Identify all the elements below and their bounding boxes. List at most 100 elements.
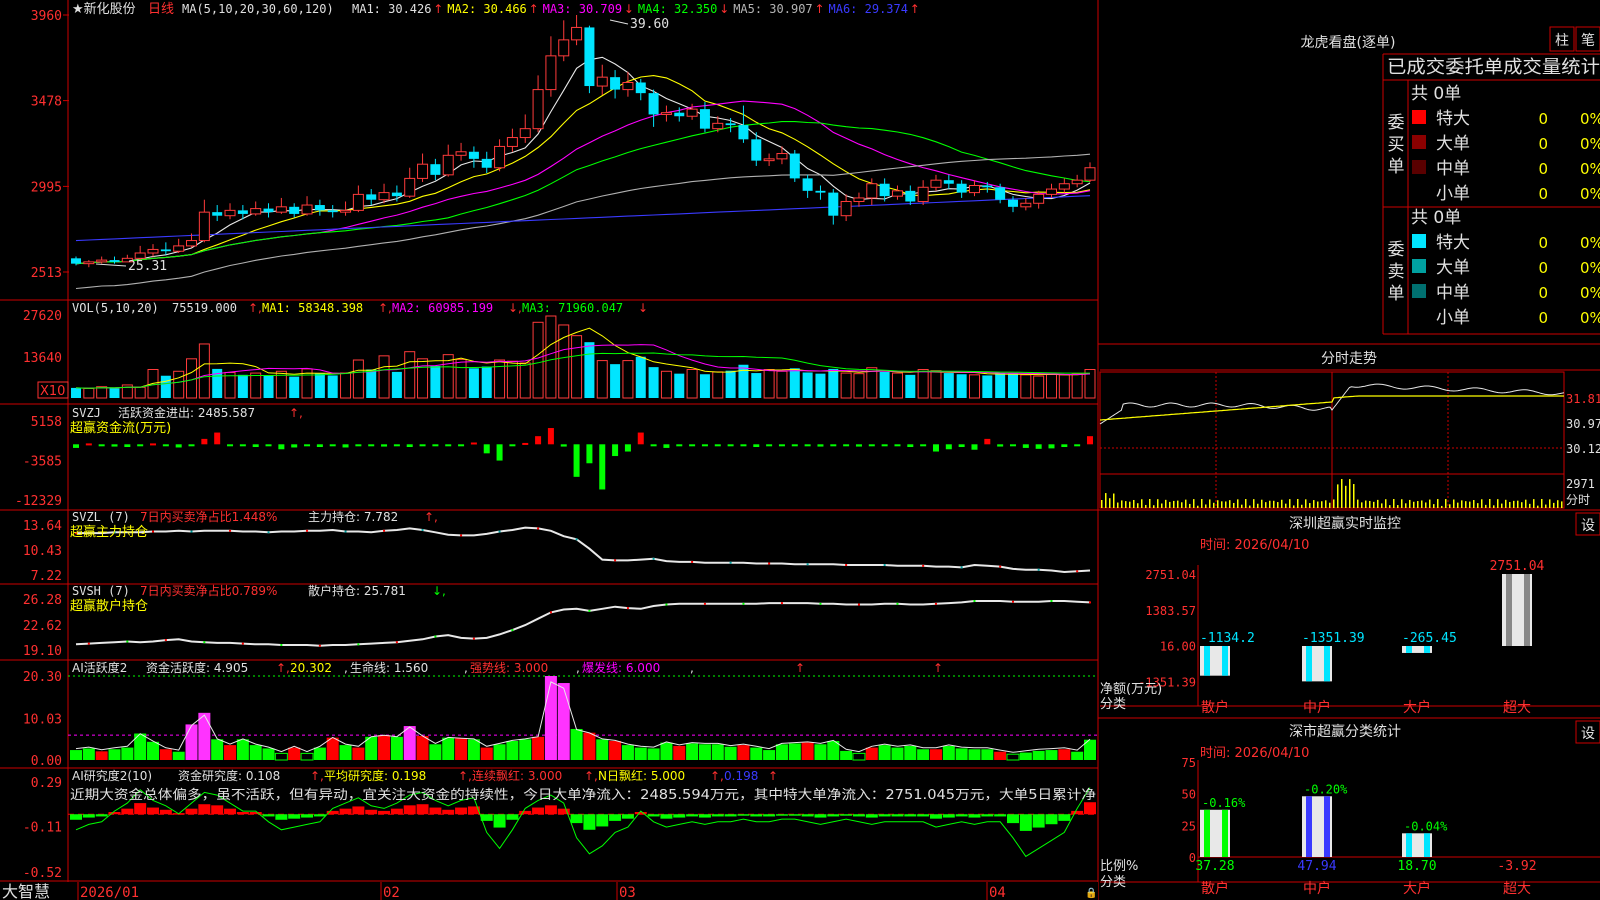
ai-research-bar [724, 814, 737, 817]
svzj-name: SVZJ [72, 406, 101, 420]
svzj-label: 活跃资金进出: 2485.587 [118, 405, 255, 420]
ai-research-bar [917, 814, 930, 817]
intraday-vol-bar [1473, 500, 1475, 508]
intraday-vol-bar [1485, 504, 1487, 508]
ma-line-2 [75, 75, 1091, 265]
ai-active-mark: ↑ [933, 661, 943, 675]
ai-active-bar [583, 732, 596, 760]
svzl-line [76, 526, 1091, 574]
svsh-panel[interactable]: 26.28 22.62 19.10 SVSH (7) 7日内买卖净占比0.789% 散户持… [23, 583, 1091, 659]
vol-tick-label: 13640 [23, 351, 62, 366]
ma-arrow-6: ↑ [910, 2, 920, 16]
svzj-tick-label: -12329 [15, 494, 62, 509]
candle-body [879, 183, 890, 197]
ai-active-bar [788, 743, 801, 760]
volume-bar [71, 387, 81, 398]
ai-active-bar [121, 747, 134, 760]
volume-bar [404, 351, 416, 399]
svzj-bar [368, 444, 375, 447]
intraday-vol-bar [1385, 499, 1387, 508]
intraday-vol-bar [1285, 503, 1287, 508]
classify-bar-stripe [1406, 833, 1412, 857]
ai-research-title: AI研究度2(10) [72, 768, 152, 783]
candle-body [314, 205, 325, 211]
volume-bar [96, 386, 108, 399]
classify-value-label: -3.92 [1497, 859, 1536, 874]
candle-body [674, 112, 685, 117]
intraday-vol-bar [1309, 503, 1311, 508]
svzj-bar [201, 438, 208, 445]
ai-research-bar [788, 814, 801, 816]
ma-value-1: MA1: 30.426 [352, 2, 431, 16]
ai-active-bar [750, 747, 763, 760]
ai-active-label4: 强势线: 3.000 [470, 661, 548, 675]
svzj-bar [1061, 444, 1068, 448]
ai-active-tick-label: 20.30 [23, 670, 62, 685]
intraday-vol-bar [1253, 499, 1255, 508]
ai-research-panel[interactable]: 0.29-0.11-0.52AI研究度2(10) 资金研究度: 0.108 ↑, 平均… [23, 768, 1098, 881]
classify-change-label: -0.20% [1304, 782, 1348, 796]
volume-panel[interactable]: 2762013640X10VOL(5,10,20) 75519.000 ↑, MA1:… [23, 301, 1096, 399]
svzj-bar [958, 444, 965, 448]
ai-active-title: AI活跃度2 [72, 660, 127, 675]
intraday-vol-bar [1349, 479, 1351, 508]
volume-bar [1045, 373, 1057, 399]
ai-research-tick-label: -0.52 [23, 866, 62, 881]
svzj-bar [881, 444, 888, 447]
candlestick-panel[interactable]: 3960 3478 2995 2513 39.60 25.31 ★新化股份 日线 MA(5,10… [31, 1, 1096, 290]
date-axis: 大智慧 2026/01 02 03 04 🔒 [0, 882, 1098, 900]
volume-bar [815, 373, 826, 398]
candle-body [352, 193, 364, 211]
monitor-bar-group [1200, 646, 1230, 676]
date-label: 04 [989, 885, 1006, 900]
ai-active-label1: 资金活跃度: 4.905 [146, 660, 248, 675]
ai-active-bar [288, 747, 301, 760]
svzl-dot [999, 565, 1002, 568]
classify-bar-stripe [1306, 796, 1312, 857]
ai-active-bar [339, 745, 352, 760]
svzl-dot [806, 563, 809, 566]
buy-row-swatch [1412, 185, 1426, 199]
ai-research-arrow: ↑, [458, 769, 472, 783]
svzj-bar [573, 444, 580, 477]
svzl-arrow: ↑, [424, 510, 438, 524]
svzl-dot [306, 529, 309, 532]
svzl-panel[interactable]: 13.64 10.43 7.22 SVZL (7) 7日内买卖净占比1.448% 主力持仓… [23, 509, 1091, 584]
intraday-vol-bar [1453, 499, 1455, 508]
ai-active-bar [416, 736, 429, 760]
candle-body [776, 153, 788, 160]
ai-active-bar [274, 752, 288, 761]
svzj-bar [304, 444, 311, 447]
intraday-vol-bar [1373, 501, 1375, 508]
ai-active-sep: , [576, 661, 580, 675]
svsh-dot [511, 629, 514, 632]
buy-row-swatch [1412, 160, 1426, 174]
ai-active-bar [185, 724, 198, 760]
ai-active-bar [532, 736, 545, 760]
monitor-bar-stripe [1424, 646, 1430, 653]
candle-body [134, 252, 146, 259]
ai-active-panel[interactable]: 20.30 10.03 0.00 ↑ ↑ AI活跃度2 资金活跃度: 4.905 ↑, 20.3… [23, 660, 1098, 769]
svzl-dot [190, 530, 193, 533]
intraday-vol-bar [1313, 500, 1315, 508]
intraday-vol-bar [1521, 502, 1523, 508]
intraday-vol-bar [1449, 504, 1451, 508]
svzj-panel[interactable]: 5158 -3585 -12329 SVZJ 活跃资金进出: 2485.587 ↑, 超赢资… [15, 405, 1093, 509]
volume-bar [314, 373, 325, 398]
intraday-vol-bar [1361, 502, 1363, 508]
intraday-panel[interactable]: 分时走势 31.81 30.97 30.12 2971 分时 [1099, 351, 1600, 509]
svzj-bar [355, 444, 362, 447]
volume-bar [1058, 374, 1070, 399]
price-tick-label: 2995 [31, 180, 62, 195]
svsh-dot [472, 637, 475, 640]
ma-arrow-5: ↑ [815, 2, 825, 16]
classify-change-label: -0.04% [1404, 819, 1448, 833]
sell-row-count: 0 [1538, 284, 1548, 302]
volume-bar [340, 372, 352, 399]
intraday-vol-bar [1541, 499, 1543, 508]
intraday-vol-bar [1297, 499, 1299, 508]
sell-row-swatch [1412, 309, 1426, 323]
intraday-vol-bar [1197, 505, 1199, 508]
monitor-title: 深圳超赢实时监控 [1289, 515, 1401, 532]
ma-arrow-2: ↑ [529, 2, 539, 16]
